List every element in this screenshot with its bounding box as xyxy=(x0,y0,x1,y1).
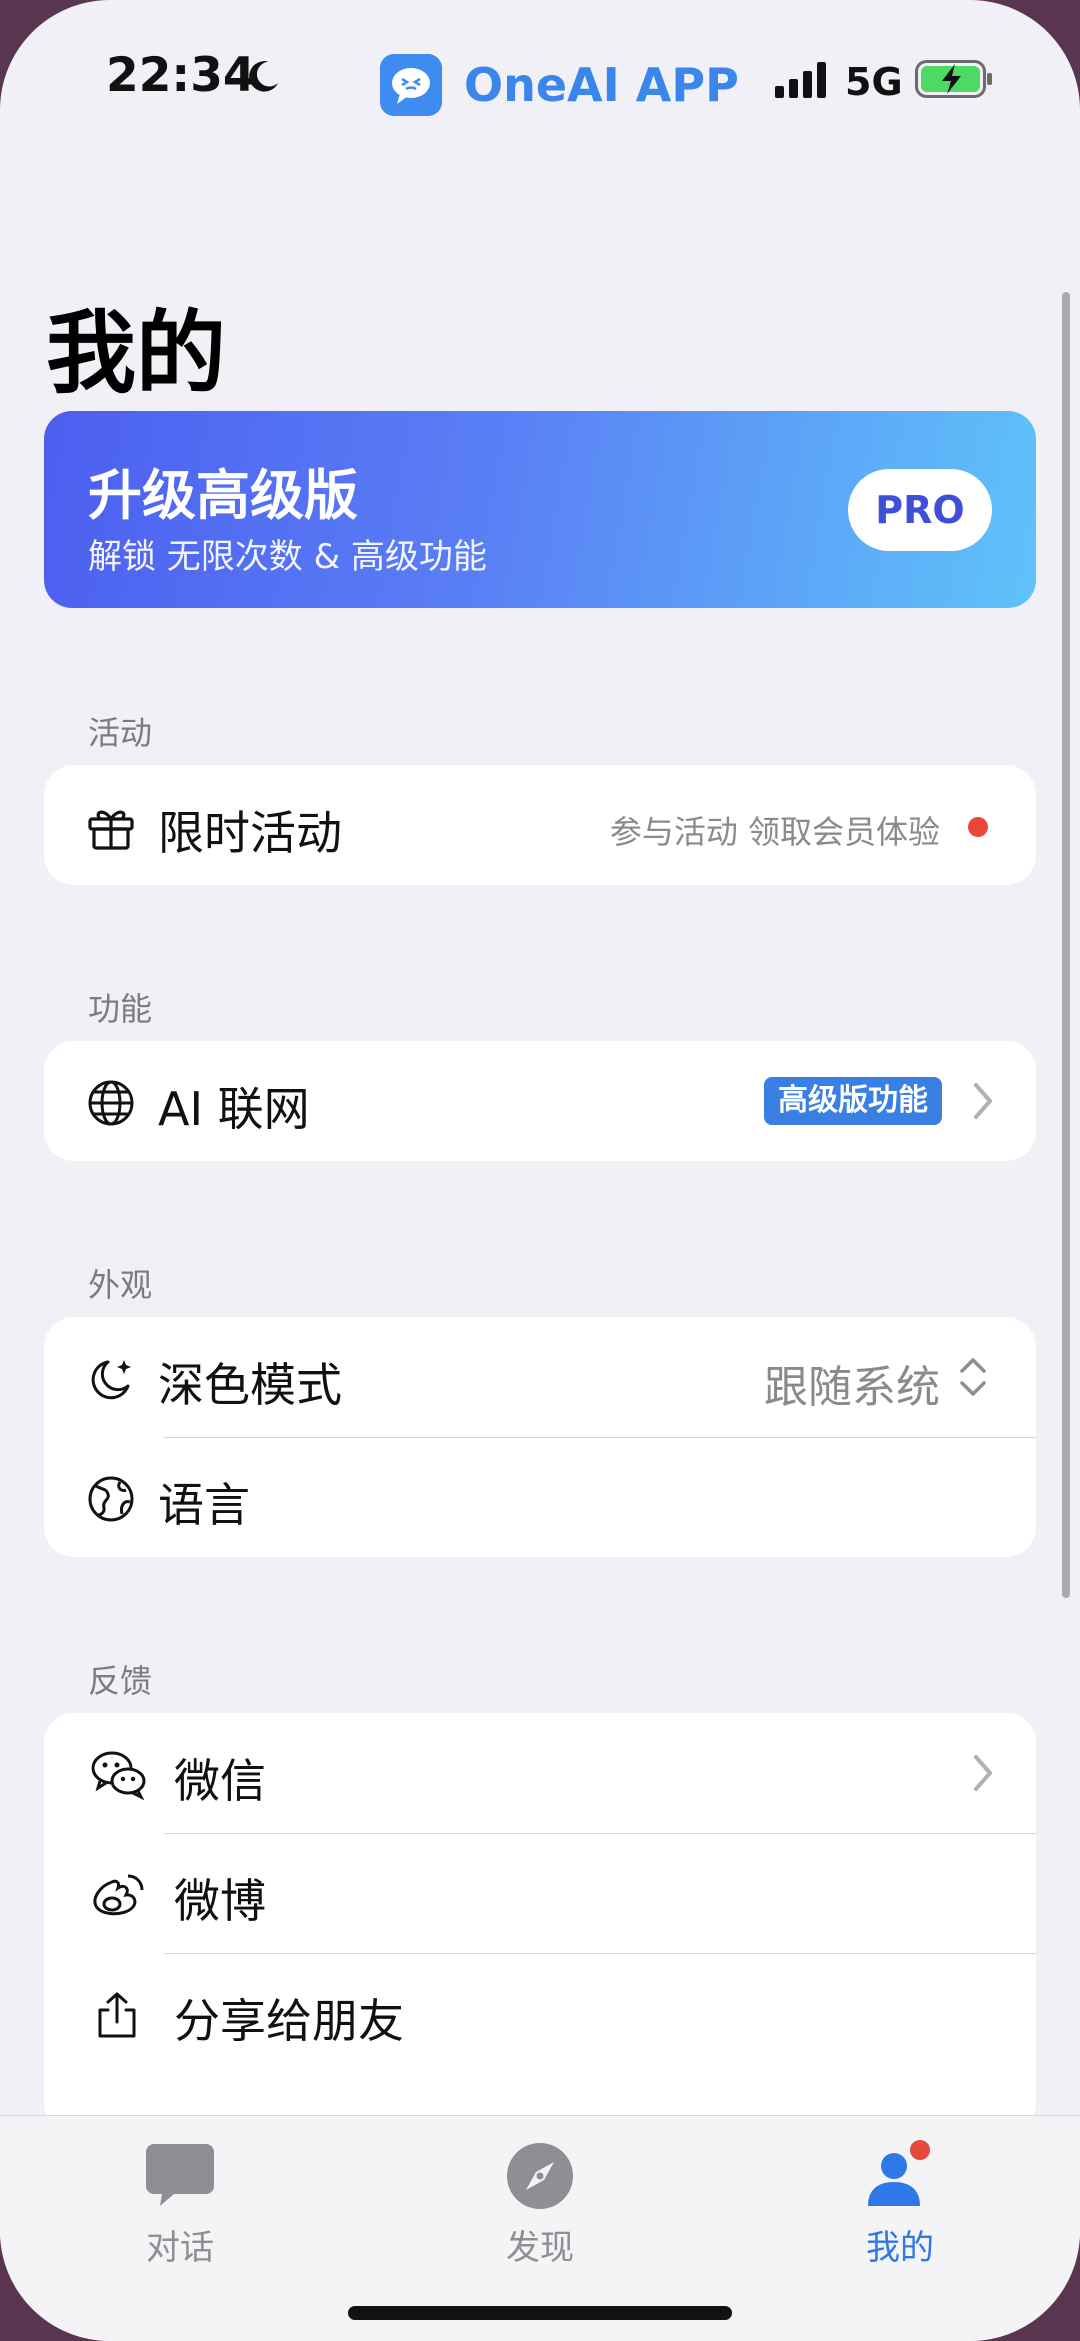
appearance-card: 深色模式 跟随系统 语言 xyxy=(44,1317,1036,1557)
upgrade-title: 升级高级版 xyxy=(88,464,358,527)
section-label-appearance: 外观 xyxy=(88,1266,153,1304)
moon-stars-icon xyxy=(91,1360,131,1400)
tab-me-label: 我的 xyxy=(866,2228,934,2268)
share-icon xyxy=(98,1992,136,2038)
activity-card: 限时活动 参与活动 领取会员体验 xyxy=(44,765,1036,885)
weibo-label: 微博 xyxy=(174,1874,266,1928)
status-bar: 22:34 OneAI APP 5G xyxy=(0,0,1080,160)
home-indicator[interactable] xyxy=(348,2306,732,2320)
notification-dot xyxy=(968,817,988,837)
section-label-features: 功能 xyxy=(88,990,153,1028)
wechat-row[interactable]: 微信 xyxy=(44,1713,1036,1833)
upgrade-pro-banner[interactable]: 升级高级版 解锁 无限次数 & 高级功能 PRO xyxy=(44,411,1036,608)
language-row[interactable]: 语言 xyxy=(44,1437,1036,1557)
battery-charging-icon xyxy=(915,60,992,98)
app-name: OneAI APP xyxy=(464,58,739,112)
phone-screen: 22:34 OneAI APP 5G 我的 升级高级版 解锁 无限次数 & 高级… xyxy=(0,0,1080,2341)
chevron-right-icon xyxy=(974,1755,992,1791)
wechat-icon xyxy=(91,1751,146,1800)
tab-discover-label: 发现 xyxy=(506,2228,574,2268)
language-globe-icon xyxy=(88,1476,134,1522)
dark-mode-value: 跟随系统 xyxy=(764,1362,940,1413)
pro-button[interactable]: PRO xyxy=(848,469,992,551)
language-label: 语言 xyxy=(158,1478,250,1532)
dark-mode-label: 深色模式 xyxy=(158,1358,342,1412)
limited-activity-label: 限时活动 xyxy=(158,806,342,860)
tab-chat[interactable]: 对话 xyxy=(80,2140,280,2269)
signal-icon xyxy=(775,62,826,98)
chevron-right-icon xyxy=(974,1083,992,1119)
page-title: 我的 xyxy=(46,301,226,406)
network-type: 5G xyxy=(845,60,903,104)
status-time: 22:34 xyxy=(106,48,256,103)
app-logo-icon xyxy=(380,54,442,116)
dark-mode-row[interactable]: 深色模式 跟随系统 xyxy=(44,1317,1036,1437)
upgrade-subtitle: 解锁 无限次数 & 高级功能 xyxy=(88,537,487,577)
globe-icon xyxy=(88,1080,134,1126)
person-icon xyxy=(868,2140,930,2206)
section-label-feedback: 反馈 xyxy=(88,1662,153,1700)
chat-bubble-icon xyxy=(146,2144,214,2206)
moon-icon xyxy=(249,61,279,92)
tab-discover[interactable]: 发现 xyxy=(440,2140,640,2269)
ai-web-label: AI 联网 xyxy=(158,1082,310,1136)
share-label: 分享给朋友 xyxy=(174,1994,404,2048)
wechat-label: 微信 xyxy=(174,1754,266,1808)
share-row[interactable]: 分享给朋友 xyxy=(44,1953,1036,2073)
premium-feature-badge: 高级版功能 xyxy=(764,1077,942,1125)
ai-web-row[interactable]: AI 联网 高级版功能 xyxy=(44,1041,1036,1161)
chevron-updown-icon xyxy=(960,1358,986,1396)
scrollbar[interactable] xyxy=(1062,292,1070,1598)
gift-icon xyxy=(88,810,134,850)
limited-activity-hint: 参与活动 领取会员体验 xyxy=(609,813,940,851)
limited-activity-row[interactable]: 限时活动 参与活动 领取会员体验 xyxy=(44,765,1036,885)
feedback-card: 微信 微博 分享给朋友 xyxy=(44,1713,1036,2133)
features-card: AI 联网 高级版功能 xyxy=(44,1041,1036,1161)
weibo-icon xyxy=(93,1874,144,1916)
weibo-row[interactable]: 微博 xyxy=(44,1833,1036,1953)
section-label-activity: 活动 xyxy=(88,714,153,752)
tab-me[interactable]: 我的 xyxy=(800,2140,1000,2269)
compass-icon xyxy=(507,2143,573,2209)
tab-chat-label: 对话 xyxy=(146,2228,214,2268)
